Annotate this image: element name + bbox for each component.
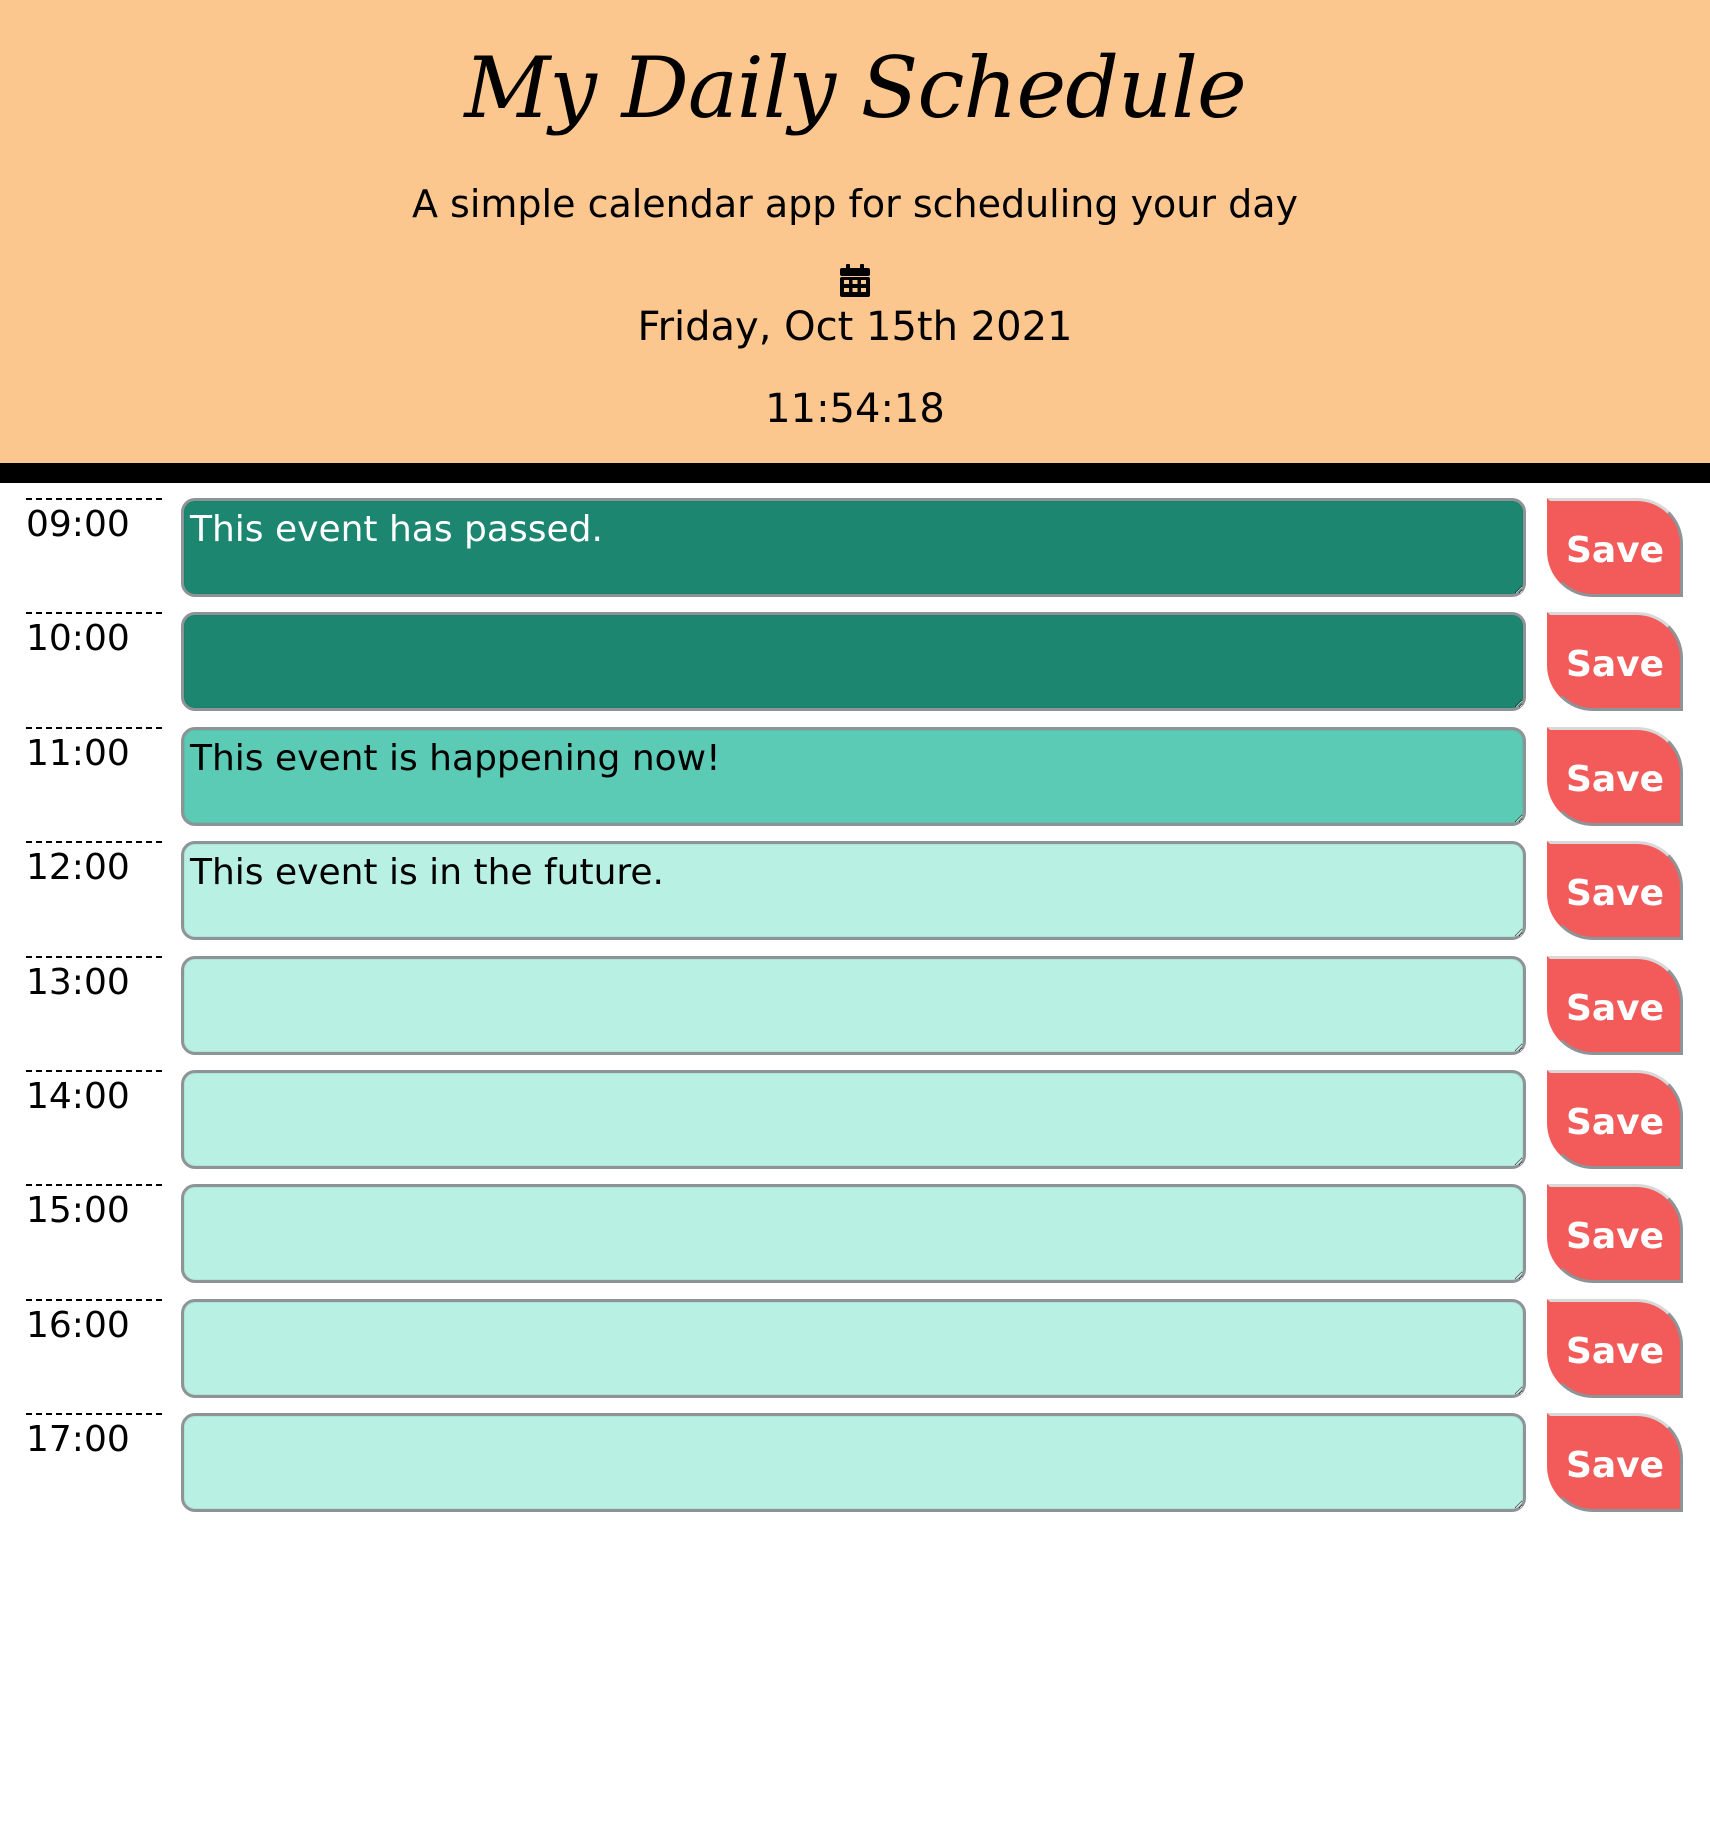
save-button-label: Save — [1565, 530, 1665, 571]
event-textarea[interactable]: This event is happening now! — [181, 726, 1526, 826]
save-button[interactable]: Save — [1547, 1069, 1683, 1169]
save-button-label: Save — [1565, 1101, 1665, 1143]
event-textarea[interactable] — [181, 1298, 1526, 1398]
save-button-label: Save — [1565, 987, 1665, 1029]
hour-label: 13:00 — [26, 955, 162, 1054]
time-block: 12:00 This event is in the future. Save — [0, 839, 1710, 941]
time-block: 13:00 Save — [0, 954, 1710, 1055]
save-button[interactable]: Save — [1547, 726, 1683, 826]
save-button[interactable]: Save — [1547, 955, 1683, 1055]
current-date: Friday, Oct 15th 2021 — [637, 304, 1073, 350]
page-subtitle: A simple calendar app for scheduling you… — [411, 182, 1298, 226]
save-button-label: Save — [1565, 1445, 1665, 1487]
event-textarea[interactable] — [181, 1184, 1526, 1284]
hour-label: 15:00 — [26, 1184, 162, 1282]
time-block: 09:00 This event has passed. Save — [0, 496, 1710, 597]
current-time: 11:54:18 — [765, 386, 945, 432]
calendar-icon — [840, 264, 870, 297]
time-block: 16:00 Save — [0, 1297, 1710, 1398]
save-button[interactable]: Save — [1547, 1184, 1683, 1284]
event-textarea[interactable]: This event is in the future. — [181, 841, 1526, 941]
save-button-label: Save — [1565, 758, 1665, 800]
event-textarea[interactable] — [181, 1413, 1526, 1513]
save-button[interactable]: Save — [1547, 498, 1683, 597]
hour-label: 16:00 — [26, 1298, 162, 1397]
time-block: 10:00 Save — [0, 610, 1710, 712]
save-button[interactable]: Save — [1547, 612, 1683, 712]
time-block: 14:00 Save — [0, 1068, 1710, 1169]
hour-label: 17:00 — [26, 1413, 162, 1511]
time-block: 11:00 This event is happening now! Save — [0, 725, 1710, 826]
save-button-label: Save — [1565, 644, 1665, 686]
save-button-label: Save — [1565, 873, 1665, 915]
schedule-container: 09:00 This event has passed. Save 10:00 … — [0, 496, 1710, 1526]
event-textarea[interactable] — [181, 955, 1526, 1055]
event-textarea[interactable]: This event has passed. — [181, 498, 1526, 597]
time-block: 15:00 Save — [0, 1182, 1710, 1284]
event-textarea[interactable] — [181, 612, 1526, 712]
save-button[interactable]: Save — [1547, 1298, 1683, 1398]
time-block: 17:00 Save — [0, 1411, 1710, 1513]
save-button[interactable]: Save — [1547, 1413, 1683, 1513]
hour-label: 12:00 — [26, 841, 162, 939]
hour-label: 11:00 — [26, 726, 162, 825]
header-jumbotron: My Daily Schedule A simple calendar app … — [0, 0, 1710, 483]
save-button-label: Save — [1565, 1216, 1665, 1258]
page-title: My Daily Schedule — [464, 39, 1246, 137]
save-button-label: Save — [1565, 1330, 1665, 1372]
hour-label: 14:00 — [26, 1069, 162, 1168]
save-button[interactable]: Save — [1547, 841, 1683, 941]
hour-label: 10:00 — [26, 612, 162, 710]
hour-label: 09:00 — [26, 498, 162, 596]
event-textarea[interactable] — [181, 1069, 1526, 1169]
